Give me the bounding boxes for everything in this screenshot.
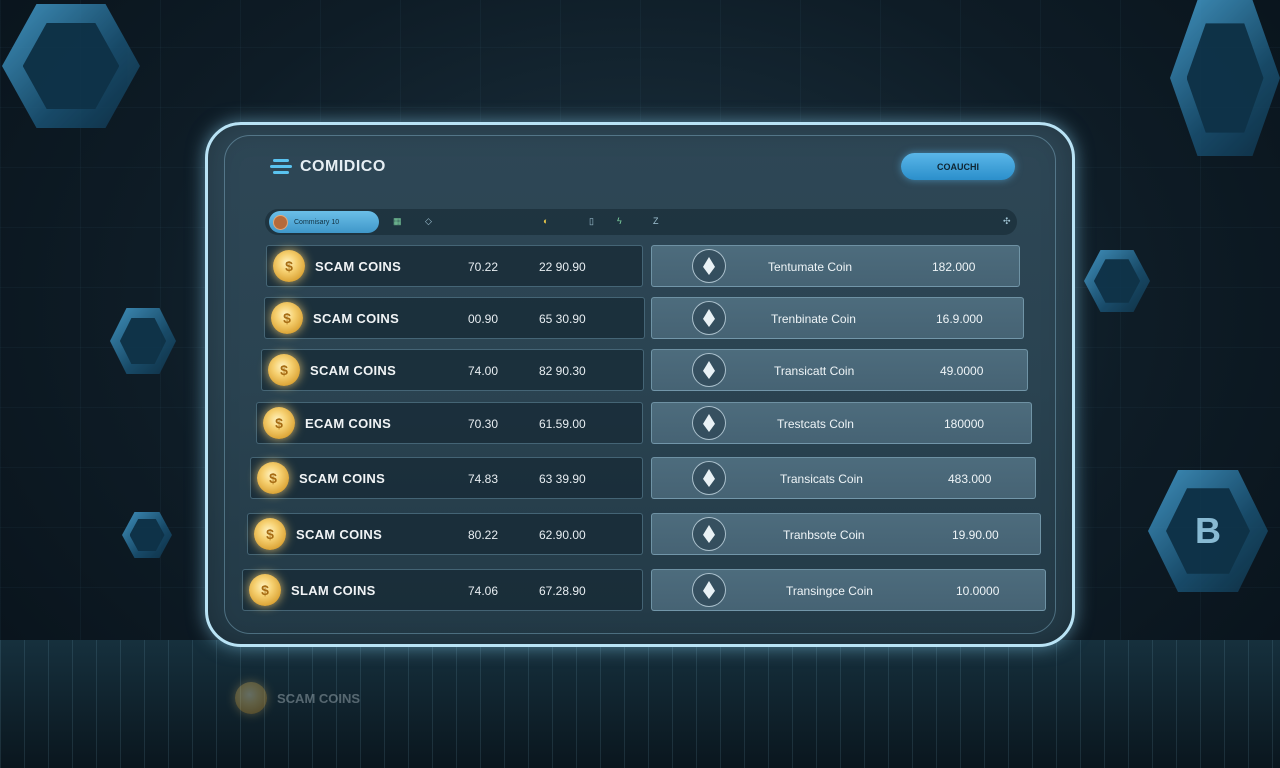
coin-price: 74.83	[468, 472, 499, 486]
coin-volume: 22 90.90	[539, 260, 586, 274]
coin-volume: 61.59.00	[539, 417, 586, 431]
coin-icon: $	[254, 518, 286, 550]
scam-coin-row[interactable]: $ SCAM COINS 74.00 82 90.30	[261, 349, 644, 391]
coin-status-icon[interactable]: ◐	[543, 216, 548, 226]
coin-name: SCAM COINS	[296, 527, 383, 542]
token-value: 483.000	[948, 472, 992, 486]
token-row[interactable]: Transicatt Coin 49.0000	[651, 349, 1028, 391]
token-name: Tranbsote Coin	[783, 528, 865, 542]
token-row[interactable]: Trenbinate Coin 16.9.000	[651, 297, 1024, 339]
ethereum-icon	[692, 301, 726, 335]
coin-icon	[235, 682, 267, 714]
ethereum-icon	[692, 573, 726, 607]
coin-icon: $	[268, 354, 300, 386]
account-pill-label: Commisary 10	[294, 218, 340, 226]
token-value: 49.0000	[940, 364, 984, 378]
floor	[0, 640, 1280, 768]
scam-coin-row[interactable]: $ SLAM COINS 74.06 67.28.90	[242, 569, 643, 611]
coin-volume: 67.28.90	[539, 584, 586, 598]
coin-name: SCAM COINS	[313, 311, 400, 326]
bolt-icon[interactable]: ϟ	[617, 216, 622, 226]
coin-price: 80.22	[468, 528, 499, 542]
coin-icon: $	[271, 302, 303, 334]
scam-coin-row[interactable]: $ ECAM COINS 70.30 61.59.00	[256, 402, 643, 444]
scam-coin-row[interactable]: $ SCAM COINS 80.22 62.90.00	[247, 513, 643, 555]
token-name: Transingce Coin	[786, 584, 873, 598]
tablet-panel: COMIDICO COAUCHI Commisary 10 ▦ ◇ ◐ ▯ ϟ …	[205, 122, 1075, 647]
coin-price: 70.22	[468, 260, 499, 274]
token-value: 19.90.00	[952, 528, 999, 542]
avatar	[273, 214, 288, 230]
token-value: 182.000	[932, 260, 976, 274]
token-value: 180000	[944, 417, 985, 431]
token-name: Transicats Coin	[780, 472, 863, 486]
coin-name: SCAM COINS	[315, 259, 402, 274]
token-name: Tentumate Coin	[768, 260, 853, 274]
floor-reflection: SCAM COINS	[235, 682, 360, 714]
token-row[interactable]: Tranbsote Coin 19.90.00	[651, 513, 1041, 555]
token-row[interactable]: Tentumate Coin 182.000	[651, 245, 1020, 287]
coin-price: 00.90	[468, 312, 499, 326]
ethereum-icon	[692, 249, 726, 283]
ethereum-icon	[692, 353, 726, 387]
ethereum-icon	[692, 461, 726, 495]
coin-name: ECAM COINS	[305, 416, 392, 431]
shield-icon[interactable]: ◇	[425, 216, 432, 227]
coin-price: 70.30	[468, 417, 499, 431]
toolbar: Commisary 10 ▦ ◇ ◐ ▯ ϟ Z ✣	[265, 209, 1017, 235]
z-icon[interactable]: Z	[653, 216, 659, 226]
coin-price: 74.00	[468, 364, 499, 378]
token-name: Transicatt Coin	[774, 364, 855, 378]
token-value: 16.9.000	[936, 312, 983, 326]
ethereum-icon	[692, 406, 726, 440]
scam-coin-row[interactable]: $ SCAM COINS 74.83 63 39.90	[250, 457, 643, 499]
coin-icon: $	[263, 407, 295, 439]
token-name: Trenbinate Coin	[771, 312, 856, 326]
coin-icon: $	[273, 250, 305, 282]
scam-coin-row[interactable]: $ SCAM COINS 00.90 65 30.90	[264, 297, 645, 339]
coin-volume: 65 30.90	[539, 312, 586, 326]
bar-icon[interactable]: ▯	[589, 216, 594, 227]
cta-button[interactable]: COAUCHI	[901, 153, 1015, 180]
brand[interactable]: COMIDICO	[270, 158, 386, 176]
coin-icon: $	[249, 574, 281, 606]
gear-icon[interactable]: ✣	[1003, 216, 1011, 227]
coin-name: SLAM COINS	[291, 583, 376, 598]
coin-icon: $	[257, 462, 289, 494]
token-value: 10.0000	[956, 584, 1000, 598]
token-row[interactable]: Transingce Coin 10.0000	[651, 569, 1046, 611]
coin-volume: 62.90.00	[539, 528, 586, 542]
scam-coin-row[interactable]: $ SCAM COINS 70.22 22 90.90	[266, 245, 643, 287]
coin-volume: 82 90.30	[539, 364, 586, 378]
layers-icon	[270, 158, 292, 176]
token-row[interactable]: Trestcats Coln 180000	[651, 402, 1032, 444]
ethereum-icon	[692, 517, 726, 551]
token-row[interactable]: Transicats Coin 483.000	[651, 457, 1036, 499]
brand-name: COMIDICO	[300, 158, 386, 175]
account-pill[interactable]: Commisary 10	[269, 211, 379, 233]
token-name: Trestcats Coln	[777, 417, 854, 431]
reflection-text: SCAM COINS	[277, 690, 361, 706]
grid-icon[interactable]: ▦	[393, 216, 402, 227]
coin-volume: 63 39.90	[539, 472, 586, 486]
coin-name: SCAM COINS	[299, 471, 386, 486]
coin-name: SCAM COINS	[310, 363, 397, 378]
coin-price: 74.06	[468, 584, 499, 598]
